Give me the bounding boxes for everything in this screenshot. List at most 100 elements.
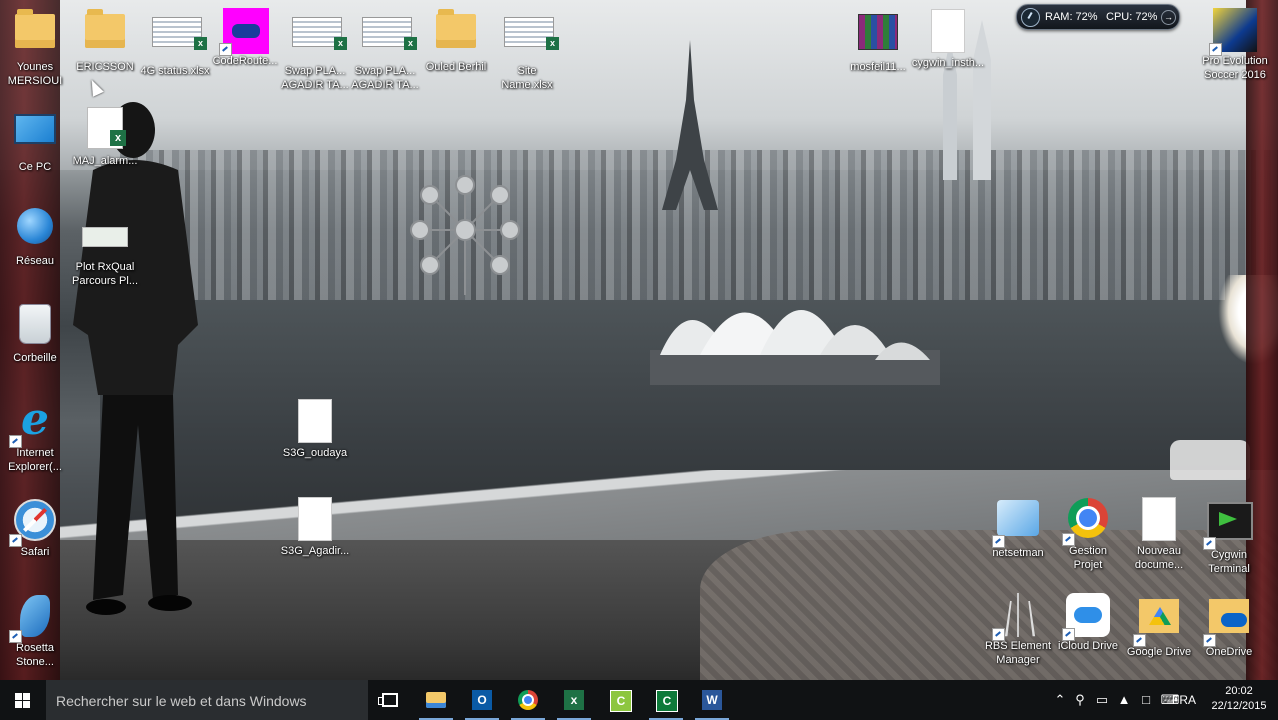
clock-date: 22/12/2015	[1211, 700, 1267, 712]
excel-file-icon: x	[505, 18, 559, 62]
shortcut-arrow-icon	[1209, 43, 1222, 56]
taskbar-word[interactable]: W	[689, 680, 735, 720]
shortcut-arrow-icon	[1133, 634, 1146, 647]
desktop-icon-safari[interactable]: Safari	[0, 496, 73, 559]
desktop-icon-label: Safari	[20, 546, 50, 558]
gauge-icon	[1021, 8, 1040, 27]
ram-usage: RAM: 72%	[1045, 11, 1098, 23]
start-button[interactable]	[0, 680, 46, 720]
desktop-icon-label: mosfeil11...	[850, 61, 906, 73]
wallpaper-man-silhouette	[73, 102, 198, 615]
wallpaper-atomium	[410, 175, 520, 295]
desktop-icon-label: S3G_Agadir...	[280, 545, 350, 557]
desktop-icon-cygwin-installer[interactable]: cygwin_insth...	[910, 8, 986, 70]
clock[interactable]: 20:02 22/12/2015	[1206, 684, 1272, 714]
desktop-icon-reseau[interactable]: Réseau	[0, 204, 73, 268]
blank-file-icon	[293, 498, 337, 542]
desktop-icon-gestion-projet[interactable]: Gestion Projet	[1050, 496, 1126, 572]
desktop-icon-plot-rxqual[interactable]: Plot RxQual Parcours Pl...	[67, 218, 143, 288]
desktop-icon-4g-status-xlsx[interactable]: x 4G status.xlsx	[137, 8, 213, 78]
chrome-icon	[518, 690, 538, 710]
taskbar-outlook[interactable]: O	[459, 680, 505, 720]
shortcut-arrow-icon	[9, 630, 22, 643]
blank-file-icon	[926, 10, 970, 54]
desktop-icon-onedrive[interactable]: OneDrive	[1191, 593, 1267, 659]
search-box[interactable]: Rechercher sur le web et dans Windows	[46, 680, 368, 720]
taskbar-excel-2[interactable]: C	[643, 680, 689, 720]
shortcut-arrow-icon	[1203, 537, 1216, 550]
antenna-tower-icon	[992, 593, 1040, 641]
excel-window-icon: C	[656, 690, 678, 712]
task-view-icon	[378, 693, 398, 707]
car-app-icon	[219, 8, 269, 56]
task-view-button[interactable]	[367, 680, 413, 720]
desktop-icon-corbeille[interactable]: Corbeille	[0, 301, 73, 365]
desktop-icon-ouled-berhil-folder[interactable]: Ouled Berhil	[418, 8, 494, 74]
folder-icon	[434, 9, 478, 58]
desktop-icon-user-folder[interactable]: Younes MERSIOUI	[0, 8, 73, 88]
desktop-icon-google-drive[interactable]: Google Drive	[1121, 593, 1197, 659]
desktop-icon-swap-plan-2[interactable]: x Swap PLA... AGADIR TA...	[347, 8, 423, 92]
desktop-icon-swap-plan-1[interactable]: x Swap PLA... AGADIR TA...	[277, 8, 353, 92]
network-icon[interactable]: ⚲	[1072, 692, 1088, 708]
desktop-icon-label: S3G_oudaya	[282, 447, 348, 459]
language-indicator[interactable]: FRA	[1172, 693, 1196, 707]
taskbar: Rechercher sur le web et dans Windows O …	[0, 680, 1278, 720]
image-file-icon	[83, 228, 127, 258]
network-globe-icon	[13, 208, 57, 252]
desktop-icon-label: Plot RxQual Parcours Pl...	[71, 261, 139, 287]
desktop-icon-ericsson-folder[interactable]: ERICSSON	[67, 8, 143, 74]
desktop-icon-winrar-archive[interactable]: mosfeil11...	[840, 8, 916, 74]
camtasia-icon: C	[610, 690, 632, 712]
taskbar-chrome[interactable]	[505, 680, 551, 720]
desktop-wallpaper	[0, 0, 1278, 680]
desktop-icon-s3g-oudaya[interactable]: S3G_oudaya	[277, 398, 353, 460]
wallpaper-telephone	[1170, 440, 1250, 480]
excel-file-icon: x	[153, 18, 207, 62]
internet-explorer-icon: e	[9, 398, 57, 448]
taskbar-camtasia[interactable]: C	[597, 680, 643, 720]
desktop-icon-netsetman[interactable]: netsetman	[980, 496, 1056, 560]
expand-arrow-icon[interactable]: →	[1161, 10, 1176, 25]
desktop-icon-label: OneDrive	[1205, 646, 1253, 658]
google-drive-folder-icon	[1133, 599, 1181, 647]
desktop-icon-cygwin-terminal[interactable]: Cygwin Terminal	[1191, 496, 1267, 576]
desktop-icon-label: ERICSSON	[76, 61, 134, 73]
desktop-icon-ce-pc[interactable]: Ce PC	[0, 106, 73, 174]
desktop-icon-label: Corbeille	[13, 352, 57, 364]
desktop-icon-label: Google Drive	[1126, 646, 1192, 658]
chevron-up-icon[interactable]: ⌃	[1052, 692, 1068, 708]
desktop-icon-nouveau-document[interactable]: Nouveau docume...	[1121, 496, 1197, 572]
desktop-icon-coderoute[interactable]: CodeRoute...	[207, 8, 283, 68]
notification-icon[interactable]: □	[1138, 692, 1154, 708]
desktop-icon-label: Cygwin Terminal	[1208, 549, 1250, 575]
terminal-icon	[1203, 502, 1253, 550]
desktop-icon-icloud-drive[interactable]: iCloud Drive	[1050, 593, 1126, 653]
desktop-icon-label: Swap PLA... AGADIR TA...	[281, 65, 349, 91]
system-monitor-widget[interactable]: RAM: 72% CPU: 72% →	[1016, 4, 1180, 30]
desktop-icon-rbs-element-manager[interactable]: RBS Element Manager	[980, 593, 1056, 667]
desktop-icon-maj-alarm[interactable]: x MAJ_alarm...	[67, 106, 143, 168]
desktop-icon-site-name-xlsx[interactable]: x Site Name.xlsx	[489, 8, 565, 92]
recycle-bin-icon	[13, 305, 57, 349]
file-explorer-icon	[426, 692, 446, 708]
folder-icon	[83, 9, 127, 58]
taskbar-excel[interactable]: x	[551, 680, 597, 720]
desktop-icon-label: Site Name.xlsx	[501, 65, 553, 91]
safari-compass-icon	[9, 499, 57, 547]
desktop-icon-s3g-agadir[interactable]: S3G_Agadir...	[277, 496, 353, 558]
excel-file-icon: x	[83, 108, 127, 152]
wallpaper-curtain-right	[1246, 0, 1278, 680]
taskbar-file-explorer[interactable]	[413, 680, 459, 720]
onedrive-folder-icon	[1203, 599, 1251, 647]
cpu-usage: CPU: 72%	[1106, 11, 1158, 23]
desktop-icon-pes-2016[interactable]: Pro Evolution Soccer 2016	[1197, 8, 1273, 82]
pes-game-icon	[1209, 8, 1257, 56]
volume-icon[interactable]: ▲	[1116, 692, 1132, 708]
shortcut-arrow-icon	[9, 435, 22, 448]
desktop-icon-label: Ouled Berhil	[425, 61, 487, 73]
wifi-icon[interactable]: ▭	[1094, 692, 1110, 708]
desktop-icon-internet-explorer[interactable]: e Internet Explorer(...	[0, 398, 73, 474]
desktop-icon-rosetta-stone[interactable]: Rosetta Stone...	[0, 593, 73, 669]
shortcut-arrow-icon	[1062, 628, 1075, 641]
